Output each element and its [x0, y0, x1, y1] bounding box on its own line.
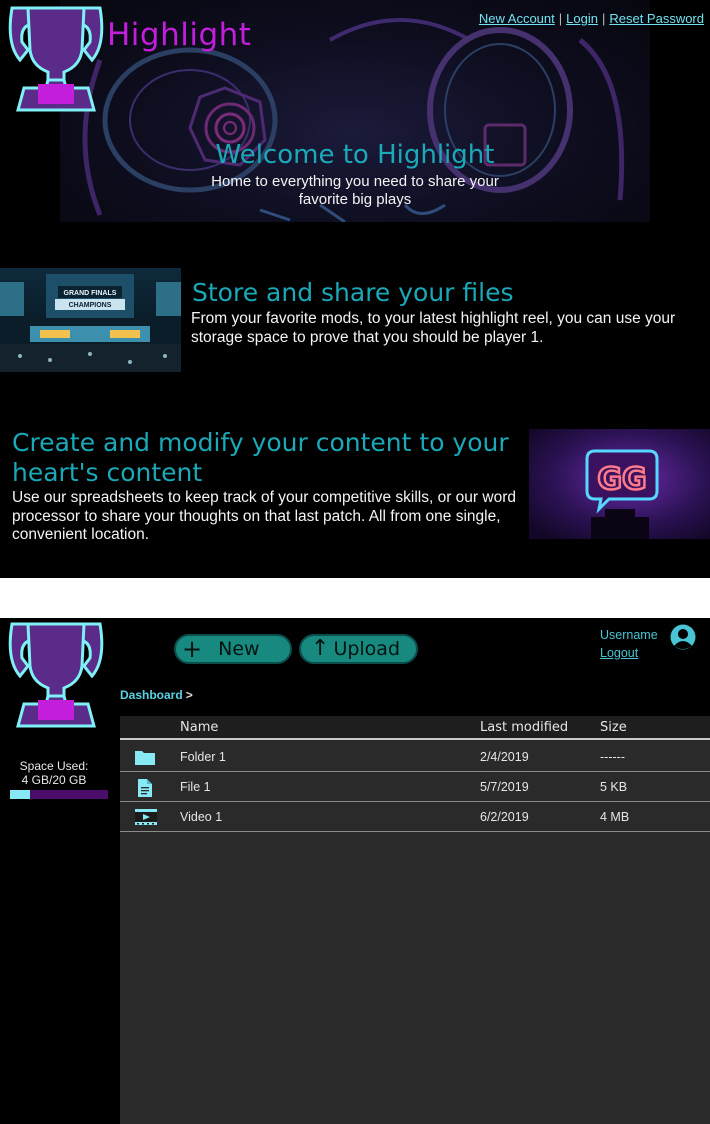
breadcrumb-dashboard[interactable]: Dashboard — [120, 688, 183, 702]
welcome-title: Welcome to Highlight — [215, 140, 495, 170]
table-row[interactable]: File 1 5/7/2019 5 KB — [120, 772, 710, 802]
gg-neon-sign-image: GG — [529, 429, 710, 539]
landing-page: Highlight New Account | Login | Reset Passwo… — [0, 0, 710, 578]
space-used-label: Space Used: — [19, 759, 89, 773]
breadcrumb: Dashboard > — [120, 688, 193, 702]
column-header-name[interactable]: Name — [180, 720, 218, 735]
brand-name: Highlight — [107, 17, 252, 53]
feature-create-modify-text: Use our spreadsheets to keep track of yo… — [12, 489, 516, 543]
upload-button[interactable]: ↑ Upload — [299, 634, 418, 664]
file-table-header: Name Last modified Size — [120, 716, 710, 740]
table-row[interactable]: Video 1 6/2/2019 4 MB — [120, 802, 710, 832]
new-button[interactable]: + New — [174, 634, 292, 664]
welcome-subtitle: Home to everything you need to share you… — [211, 173, 499, 208]
trophy-logo-icon[interactable] — [8, 4, 104, 116]
file-dashboard: Space Used: 4 GB/20 GB + New ↑ Upload Us… — [0, 618, 710, 1124]
upload-button-label: Upload — [333, 638, 401, 660]
arena-image-caption: GRAND FINALS — [64, 290, 117, 297]
new-button-label: New — [218, 638, 260, 660]
plus-icon: + — [182, 635, 203, 663]
space-used-value: 4 GB/20 GB — [21, 773, 87, 787]
storage-usage-label: Space Used: 4 GB/20 GB — [0, 759, 108, 787]
row-last-modified: 6/2/2019 — [480, 810, 529, 824]
row-size: 5 KB — [600, 780, 628, 794]
row-name: Folder 1 — [180, 750, 226, 764]
column-header-size[interactable]: Size — [600, 720, 627, 735]
upload-arrow-icon: ↑ — [311, 636, 330, 661]
link-separator: | — [558, 11, 563, 26]
link-separator: | — [601, 11, 606, 26]
storage-usage-bar — [10, 790, 108, 799]
file-list-panel: Name Last modified Size Folder 1 2/4/201… — [120, 716, 710, 1124]
neon-sign-text: GG — [597, 462, 646, 497]
reset-password-link[interactable]: Reset Password — [609, 11, 704, 26]
feature-create-modify-title: Create and modify your content to your h… — [12, 428, 509, 487]
feature-store-share-text: From your favorite mods, to your latest … — [191, 310, 676, 346]
grand-finals-arena-image: GRAND FINALS CHAMPIONS — [0, 268, 181, 372]
auth-links: New Account | Login | Reset Password — [479, 11, 704, 26]
video-icon — [135, 809, 157, 825]
row-last-modified: 2/4/2019 — [480, 750, 529, 764]
username-label: Username — [600, 628, 658, 642]
storage-usage-fill — [10, 790, 30, 799]
new-account-link[interactable]: New Account — [479, 11, 555, 26]
row-size: 4 MB — [600, 810, 630, 824]
logout-link[interactable]: Logout — [600, 646, 638, 660]
user-avatar-icon[interactable] — [670, 624, 696, 650]
feature-store-share-title: Store and share your files — [192, 278, 514, 307]
row-size: ------ — [600, 750, 625, 764]
login-link[interactable]: Login — [566, 11, 598, 26]
row-last-modified: 5/7/2019 — [480, 780, 529, 794]
file-icon — [138, 779, 152, 797]
row-name: Video 1 — [180, 810, 223, 824]
breadcrumb-separator: > — [185, 688, 193, 702]
arena-image-caption: CHAMPIONS — [69, 302, 112, 309]
row-name: File 1 — [180, 780, 211, 794]
folder-icon — [135, 751, 155, 765]
table-row[interactable]: Folder 1 2/4/2019 ------ — [120, 742, 710, 772]
trophy-logo-icon[interactable] — [6, 620, 106, 732]
column-header-last-modified[interactable]: Last modified — [480, 720, 568, 735]
